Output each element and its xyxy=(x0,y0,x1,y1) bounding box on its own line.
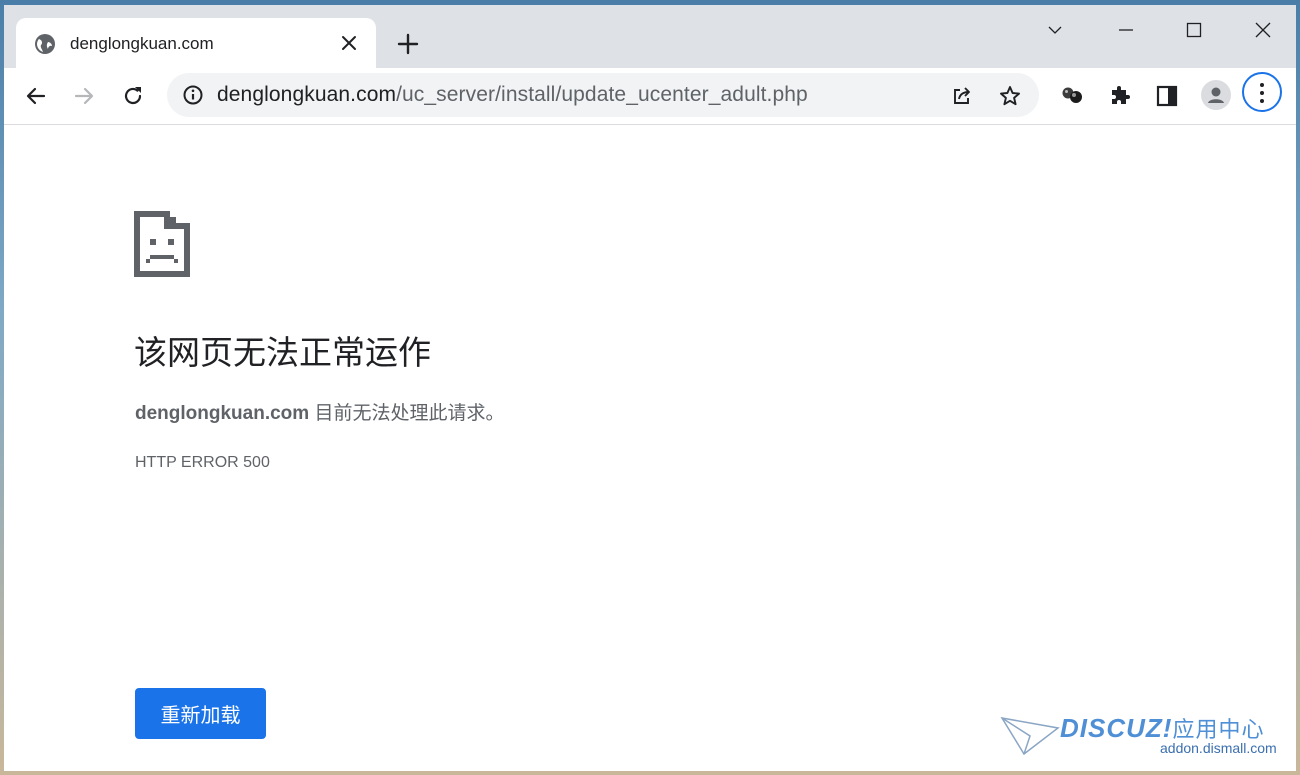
reload-button[interactable]: 重新加载 xyxy=(135,688,266,739)
close-window-button[interactable] xyxy=(1243,15,1283,45)
error-host: denglongkuan.com xyxy=(135,403,310,424)
tab-search-button[interactable] xyxy=(1035,15,1075,45)
watermark-brand-cn: 应用中心 xyxy=(1172,717,1265,742)
url-path: /uc_server/install/update_ucenter_adult.… xyxy=(396,83,808,106)
extension-icon[interactable] xyxy=(1057,81,1087,111)
browser-window: denglongkuan.com denglongkuan.com/uc_ser… xyxy=(4,5,1296,771)
paper-plane-logo xyxy=(1000,714,1060,763)
maximize-button[interactable] xyxy=(1174,15,1214,45)
share-icon[interactable] xyxy=(950,84,974,108)
back-button[interactable] xyxy=(21,81,51,111)
browser-toolbar: denglongkuan.com/uc_server/install/updat… xyxy=(4,68,1296,125)
watermark: DISCUZ!应用中心 addon.dismall.com xyxy=(1000,708,1290,768)
page-content: 该网页无法正常运作 denglongkuan.com 目前无法处理此请求。 HT… xyxy=(4,125,1296,771)
side-panel-icon[interactable] xyxy=(1152,81,1182,111)
bookmark-star-icon[interactable] xyxy=(998,84,1022,108)
forward-button[interactable] xyxy=(69,81,99,111)
page-title: 该网页无法正常运作 xyxy=(134,334,431,371)
new-tab-button[interactable] xyxy=(395,31,421,57)
tab-strip: denglongkuan.com xyxy=(4,5,1296,68)
minimize-button[interactable] xyxy=(1106,15,1146,45)
tab-active[interactable]: denglongkuan.com xyxy=(16,18,376,68)
error-description: denglongkuan.com 目前无法处理此请求。 xyxy=(135,398,504,425)
close-tab-icon[interactable] xyxy=(340,34,358,52)
site-info-icon[interactable] xyxy=(182,84,204,106)
menu-button[interactable] xyxy=(1242,72,1282,112)
profile-avatar-icon[interactable] xyxy=(1201,80,1231,110)
error-description-text: 目前无法处理此请求。 xyxy=(309,403,505,424)
watermark-site: addon.dismall.com xyxy=(1160,740,1277,756)
address-bar[interactable]: denglongkuan.com/uc_server/install/updat… xyxy=(167,73,1039,117)
globe-icon xyxy=(34,33,56,55)
reload-icon[interactable] xyxy=(118,81,148,111)
watermark-brand-en: DISCUZ! xyxy=(1060,713,1173,743)
extensions-puzzle-icon[interactable] xyxy=(1105,81,1135,111)
url-text[interactable]: denglongkuan.com/uc_server/install/updat… xyxy=(217,83,808,107)
error-code: HTTP ERROR 500 xyxy=(135,454,270,471)
url-host: denglongkuan.com xyxy=(217,83,397,106)
sad-page-icon xyxy=(134,211,190,282)
tab-title: denglongkuan.com xyxy=(70,34,214,53)
